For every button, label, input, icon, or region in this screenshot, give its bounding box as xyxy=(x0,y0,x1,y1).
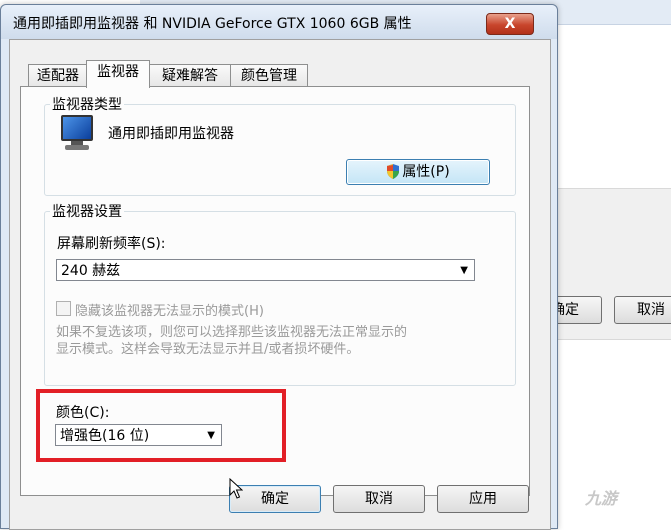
ok-button-label: 确定 xyxy=(261,491,289,507)
close-button[interactable]: X xyxy=(486,13,534,35)
hide-modes-checkbox[interactable] xyxy=(56,301,71,316)
dialog-title-bar: 通用即插即用监视器 和 NVIDIA GeForce GTX 1060 6GB … xyxy=(1,5,557,39)
monitor-icon xyxy=(61,115,93,151)
tab-monitor[interactable]: 监视器 xyxy=(86,60,150,88)
tab-troubleshoot[interactable]: 疑难解答 xyxy=(148,64,232,87)
cancel-button[interactable]: 取消 xyxy=(333,485,425,513)
properties-button-label: 属性(P) xyxy=(402,164,450,180)
watermark-logo: 九游 xyxy=(585,489,618,508)
refresh-rate-label: 屏幕刷新频率(S): xyxy=(57,236,166,252)
apply-button[interactable]: 应用 xyxy=(437,485,529,513)
dropdown-arrow-icon: ▼ xyxy=(460,265,468,276)
apply-button-label: 应用 xyxy=(469,491,497,507)
cancel-button-label: 取消 xyxy=(365,491,393,507)
hide-modes-label: 隐藏该监视器无法显示的模式(H) xyxy=(75,304,264,319)
refresh-rate-value: 240 赫兹 xyxy=(61,263,121,279)
mouse-cursor-icon xyxy=(229,478,243,499)
refresh-rate-dropdown[interactable]: 240 赫兹 ▼ xyxy=(56,259,475,281)
hint-line-2: 显示模式。这样会导致无法显示并且/或者损坏硬件。 xyxy=(56,342,360,357)
properties-button[interactable]: 属性(P) xyxy=(346,159,490,185)
monitor-settings-label: 监视器设置 xyxy=(50,201,124,221)
tab-color-management[interactable]: 颜色管理 xyxy=(230,64,308,87)
background-cancel-button[interactable]: 取消 xyxy=(614,296,671,324)
shield-icon xyxy=(387,164,400,179)
tab-adapter[interactable]: 适配器 xyxy=(28,64,88,87)
monitor-type-label: 监视器类型 xyxy=(50,94,124,114)
dialog-title: 通用即插即用监视器 和 NVIDIA GeForce GTX 1060 6GB … xyxy=(13,16,412,32)
highlight-annotation xyxy=(36,389,286,462)
close-icon: X xyxy=(504,16,516,32)
monitor-name: 通用即插即用监视器 xyxy=(108,126,234,142)
